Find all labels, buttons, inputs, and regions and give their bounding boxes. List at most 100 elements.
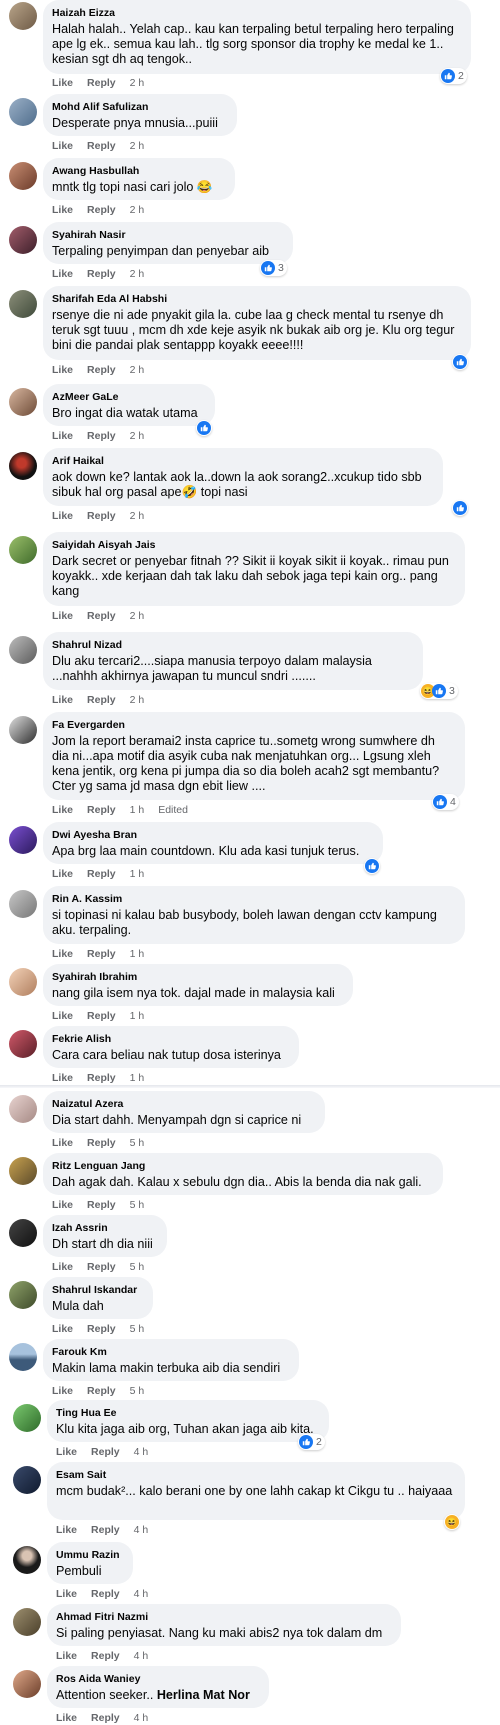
like-link[interactable]: Like: [52, 1072, 73, 1084]
reply-link[interactable]: Reply: [87, 610, 116, 622]
reply-link[interactable]: Reply: [91, 1524, 120, 1536]
avatar[interactable]: [9, 1343, 37, 1371]
comment-author[interactable]: Fekrie Alish: [52, 1033, 288, 1046]
like-link[interactable]: Like: [56, 1524, 77, 1536]
reply-link[interactable]: Reply: [87, 204, 116, 216]
avatar[interactable]: [13, 1404, 41, 1432]
reaction-badge[interactable]: 😆 3: [420, 683, 458, 699]
comment-time[interactable]: 2 h: [130, 430, 145, 442]
reply-link[interactable]: Reply: [87, 268, 116, 280]
comment-time[interactable]: 4 h: [134, 1712, 149, 1724]
reaction-badge[interactable]: [452, 500, 468, 516]
like-link[interactable]: Like: [56, 1446, 77, 1458]
avatar[interactable]: [13, 1546, 41, 1574]
reaction-badge[interactable]: [196, 420, 212, 436]
comment-time[interactable]: 5 h: [130, 1137, 145, 1149]
avatar[interactable]: [9, 2, 37, 30]
reply-link[interactable]: Reply: [87, 77, 116, 89]
comment-author[interactable]: Shahrul Nizad: [52, 639, 412, 652]
like-link[interactable]: Like: [52, 868, 73, 880]
comment-time[interactable]: 5 h: [130, 1261, 145, 1273]
comment-author[interactable]: Syahirah Ibrahim: [52, 971, 342, 984]
comment-author[interactable]: Mohd Alif Safulizan: [52, 101, 226, 114]
reply-link[interactable]: Reply: [87, 1137, 116, 1149]
avatar[interactable]: [9, 1281, 37, 1309]
reply-link[interactable]: Reply: [87, 694, 116, 706]
comment-author[interactable]: Ummu Razin: [56, 1549, 122, 1562]
reaction-badge[interactable]: [452, 354, 468, 370]
comment-time[interactable]: 2 h: [130, 204, 145, 216]
comment-author[interactable]: Esam Sait: [56, 1469, 454, 1482]
avatar[interactable]: [9, 98, 37, 126]
comment-author[interactable]: Naizatul Azera: [52, 1098, 314, 1111]
reply-link[interactable]: Reply: [87, 430, 116, 442]
comment-author[interactable]: Sharifah Eda Al Habshi: [52, 293, 460, 306]
reaction-badge[interactable]: 3: [260, 260, 287, 276]
mention-link[interactable]: Herlina Mat Nor: [157, 1688, 250, 1702]
comment-time[interactable]: 2 h: [130, 510, 145, 522]
comment-author[interactable]: Dwi Ayesha Bran: [52, 829, 372, 842]
avatar[interactable]: [13, 1670, 41, 1698]
reply-link[interactable]: Reply: [91, 1588, 120, 1600]
avatar[interactable]: [9, 226, 37, 254]
reply-link[interactable]: Reply: [91, 1650, 120, 1662]
like-link[interactable]: Like: [52, 77, 73, 89]
like-link[interactable]: Like: [56, 1588, 77, 1600]
reply-link[interactable]: Reply: [87, 1385, 116, 1397]
like-link[interactable]: Like: [52, 204, 73, 216]
comment-author[interactable]: Haizah Eizza: [52, 7, 460, 20]
like-link[interactable]: Like: [56, 1650, 77, 1662]
reply-link[interactable]: Reply: [87, 1072, 116, 1084]
comment-time[interactable]: 2 h: [130, 694, 145, 706]
reaction-badge[interactable]: 4: [432, 794, 459, 810]
like-link[interactable]: Like: [52, 1199, 73, 1211]
reaction-badge[interactable]: 2: [440, 68, 467, 84]
like-link[interactable]: Like: [52, 430, 73, 442]
reply-link[interactable]: Reply: [87, 1323, 116, 1335]
comment-time[interactable]: 5 h: [130, 1323, 145, 1335]
comment-time[interactable]: 2 h: [130, 364, 145, 376]
edited-label[interactable]: Edited: [158, 804, 188, 816]
comment-author[interactable]: Ahmad Fitri Nazmi: [56, 1611, 390, 1624]
comment-time[interactable]: 4 h: [134, 1650, 149, 1662]
like-link[interactable]: Like: [52, 948, 73, 960]
like-link[interactable]: Like: [56, 1712, 77, 1724]
like-link[interactable]: Like: [52, 694, 73, 706]
comment-author[interactable]: Syahirah Nasir: [52, 229, 282, 242]
comment-time[interactable]: 2 h: [130, 140, 145, 152]
comment-author[interactable]: Shahrul Iskandar: [52, 1284, 142, 1297]
comment-time[interactable]: 1 h: [130, 1072, 145, 1084]
comment-time[interactable]: 4 h: [134, 1524, 149, 1536]
like-link[interactable]: Like: [52, 510, 73, 522]
avatar[interactable]: [9, 636, 37, 664]
avatar[interactable]: [9, 290, 37, 318]
comment-author[interactable]: Farouk Km: [52, 1346, 288, 1359]
reply-link[interactable]: Reply: [87, 1010, 116, 1022]
like-link[interactable]: Like: [52, 364, 73, 376]
reply-link[interactable]: Reply: [87, 804, 116, 816]
reply-link[interactable]: Reply: [87, 948, 116, 960]
avatar[interactable]: [9, 890, 37, 918]
avatar[interactable]: [13, 1608, 41, 1636]
comment-author[interactable]: Saiyidah Aisyah Jais: [52, 539, 454, 552]
comment-time[interactable]: 2 h: [130, 77, 145, 89]
reply-link[interactable]: Reply: [87, 1261, 116, 1273]
reply-link[interactable]: Reply: [87, 364, 116, 376]
like-link[interactable]: Like: [52, 610, 73, 622]
avatar[interactable]: [9, 968, 37, 996]
comment-author[interactable]: Ritz Lenguan Jang: [52, 1160, 432, 1173]
comment-author[interactable]: Arif Haikal: [52, 455, 432, 468]
reaction-badge[interactable]: [364, 858, 380, 874]
like-link[interactable]: Like: [52, 268, 73, 280]
avatar[interactable]: [9, 1157, 37, 1185]
like-link[interactable]: Like: [52, 1385, 73, 1397]
comment-time[interactable]: 1 h: [130, 804, 145, 816]
comment-time[interactable]: 4 h: [134, 1588, 149, 1600]
comment-author[interactable]: Ting Hua Ee: [56, 1407, 318, 1420]
comment-author[interactable]: Ros Aida Waniey: [56, 1673, 258, 1686]
comment-time[interactable]: 1 h: [130, 1010, 145, 1022]
comment-author[interactable]: Fa Evergarden: [52, 719, 454, 732]
avatar[interactable]: [9, 1095, 37, 1123]
reply-link[interactable]: Reply: [87, 140, 116, 152]
like-link[interactable]: Like: [52, 1323, 73, 1335]
